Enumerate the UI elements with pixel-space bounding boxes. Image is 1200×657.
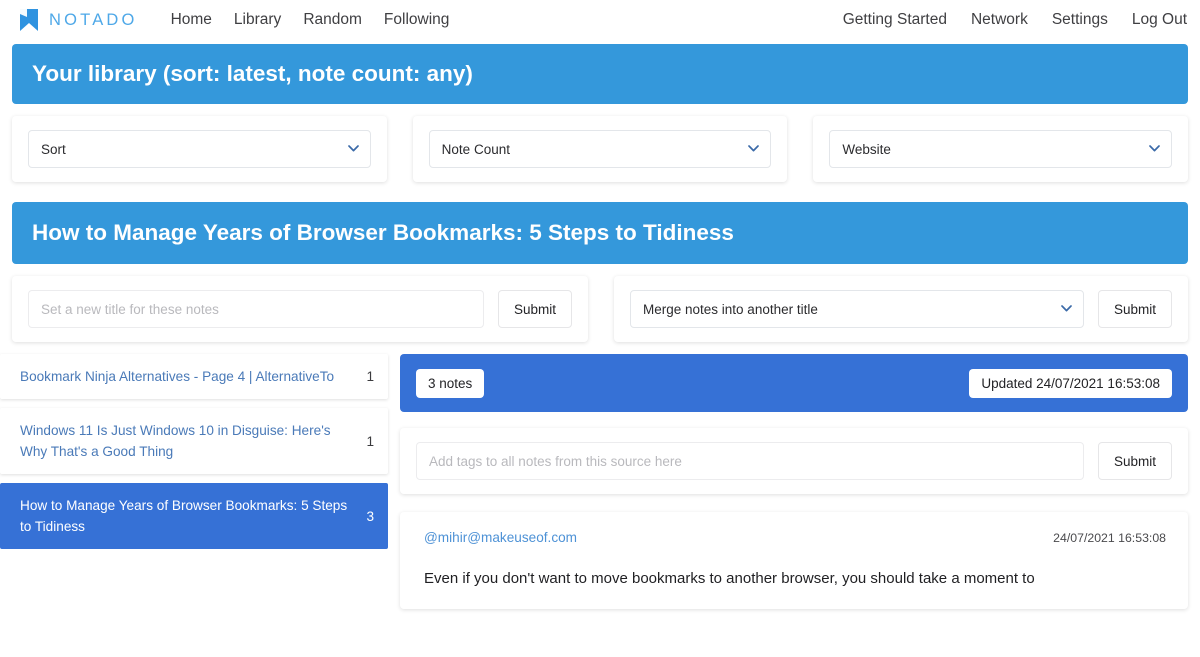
top-navbar: NOTADO Home Library Random Following Get… bbox=[0, 0, 1200, 40]
library-banner-title: Your library (sort: latest, note count: … bbox=[32, 61, 473, 86]
bookmark-logo-icon bbox=[18, 8, 40, 32]
source-list: Bookmark Ninja Alternatives - Page 4 | A… bbox=[0, 354, 388, 558]
note-timestamp: 24/07/2021 16:53:08 bbox=[1053, 531, 1166, 545]
add-tags-card: Submit bbox=[400, 428, 1188, 494]
note-body-text: Even if you don't want to move bookmarks… bbox=[424, 570, 1035, 587]
nav-link-home[interactable]: Home bbox=[160, 7, 223, 33]
main-body: Bookmark Ninja Alternatives - Page 4 | A… bbox=[0, 354, 1200, 609]
nav-link-getting-started[interactable]: Getting Started bbox=[831, 7, 959, 33]
source-title: Windows 11 Is Just Windows 10 in Disguis… bbox=[20, 423, 331, 459]
nav-link-network[interactable]: Network bbox=[959, 7, 1040, 33]
nav-link-random[interactable]: Random bbox=[292, 7, 373, 33]
note-count-badge: 3 notes bbox=[416, 368, 485, 398]
nav-link-log-out[interactable]: Log Out bbox=[1120, 7, 1187, 33]
rename-card: Submit bbox=[12, 276, 588, 342]
sort-filter-card: Sort bbox=[12, 116, 387, 182]
brand-name: NOTADO bbox=[49, 10, 138, 29]
source-title: How to Manage Years of Browser Bookmarks… bbox=[20, 498, 348, 534]
nav-link-settings[interactable]: Settings bbox=[1040, 7, 1120, 33]
website-select-value: Website bbox=[842, 141, 891, 157]
source-title-banner: How to Manage Years of Browser Bookmarks… bbox=[12, 202, 1188, 264]
note-meta: @mihir@makeuseof.com 24/07/2021 16:53:08 bbox=[424, 530, 1166, 545]
brand-logo[interactable]: NOTADO bbox=[18, 8, 138, 32]
tags-submit-button[interactable]: Submit bbox=[1097, 442, 1172, 480]
new-title-input[interactable] bbox=[28, 290, 484, 328]
chevron-down-icon bbox=[1061, 305, 1072, 312]
website-select[interactable]: Website bbox=[829, 130, 1173, 168]
rename-submit-button[interactable]: Submit bbox=[497, 290, 572, 328]
notes-panel: 3 notes Updated 24/07/2021 16:53:08 Subm… bbox=[388, 354, 1200, 609]
chevron-down-icon bbox=[347, 145, 359, 152]
chevron-down-icon bbox=[748, 145, 760, 152]
add-tags-input[interactable] bbox=[416, 442, 1084, 480]
action-row: Submit Merge notes into another title Su… bbox=[12, 276, 1188, 342]
source-note-count: 1 bbox=[366, 433, 374, 449]
library-banner: Your library (sort: latest, note count: … bbox=[12, 44, 1188, 104]
filter-row: Sort Note Count Website bbox=[12, 116, 1189, 182]
nav-link-following[interactable]: Following bbox=[373, 7, 460, 33]
secondary-nav: Getting Started Network Settings Log Out bbox=[831, 7, 1187, 33]
merge-submit-button[interactable]: Submit bbox=[1097, 290, 1172, 328]
source-title: Bookmark Ninja Alternatives - Page 4 | A… bbox=[20, 369, 335, 384]
source-note-count: 1 bbox=[366, 369, 374, 384]
nav-link-library[interactable]: Library bbox=[223, 7, 292, 33]
note-count-select[interactable]: Note Count bbox=[428, 130, 772, 168]
note-count-filter-card: Note Count bbox=[412, 116, 788, 182]
primary-nav: Home Library Random Following bbox=[160, 7, 461, 33]
list-item[interactable]: Bookmark Ninja Alternatives - Page 4 | A… bbox=[0, 354, 388, 399]
notes-header-bar: 3 notes Updated 24/07/2021 16:53:08 bbox=[400, 354, 1188, 412]
sort-select[interactable]: Sort bbox=[28, 130, 371, 168]
note-count-select-value: Note Count bbox=[441, 141, 510, 157]
merge-select-value: Merge notes into another title bbox=[643, 301, 818, 317]
page-title: How to Manage Years of Browser Bookmarks… bbox=[32, 220, 734, 245]
source-note-count: 3 bbox=[366, 508, 374, 524]
merge-card: Merge notes into another title Submit bbox=[614, 276, 1188, 342]
list-item-selected[interactable]: How to Manage Years of Browser Bookmarks… bbox=[0, 483, 388, 549]
sort-select-value: Sort bbox=[41, 141, 66, 157]
note-author-link[interactable]: @mihir@makeuseof.com bbox=[424, 530, 577, 545]
note-card: @mihir@makeuseof.com 24/07/2021 16:53:08… bbox=[400, 512, 1188, 609]
updated-badge: Updated 24/07/2021 16:53:08 bbox=[969, 368, 1172, 398]
list-item[interactable]: Windows 11 Is Just Windows 10 in Disguis… bbox=[0, 408, 388, 474]
merge-select[interactable]: Merge notes into another title bbox=[630, 290, 1084, 328]
website-filter-card: Website bbox=[813, 116, 1189, 182]
chevron-down-icon bbox=[1149, 145, 1160, 152]
